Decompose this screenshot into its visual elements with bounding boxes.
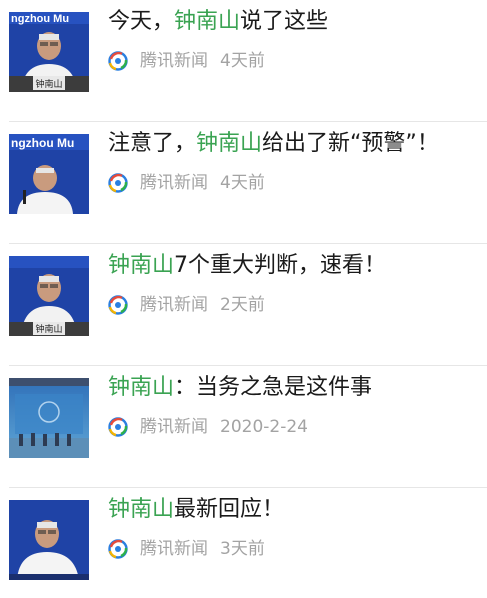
- news-list: ngzhou Mu 钟南山 今天，钟南山说了这些 腾讯新闻 4天前 ngzhou…: [0, 0, 487, 598]
- article-thumbnail[interactable]: 钟南山: [9, 256, 89, 336]
- thumb-nameplate: 钟南山: [35, 323, 62, 335]
- article-thumbnail[interactable]: [9, 378, 89, 458]
- thumb-nameplate: 钟南山: [35, 78, 62, 90]
- title-highlight: 钟南山: [108, 253, 175, 278]
- news-item[interactable]: 钟南山 钟南山7个重大判断，速看！ 腾讯新闻 2天前: [0, 244, 487, 366]
- source-name: 腾讯新闻: [140, 295, 208, 315]
- title-suffix: 最新回应！: [174, 497, 285, 522]
- article-meta: 腾讯新闻 4天前: [108, 171, 265, 195]
- article-title[interactable]: 钟南山7个重大判断，速看！: [108, 250, 477, 282]
- source-name: 腾讯新闻: [140, 539, 208, 559]
- tencent-news-icon: [108, 417, 128, 437]
- thumb-banner-text: ngzhou Mu: [11, 13, 69, 25]
- article-meta: 腾讯新闻 4天前: [108, 49, 265, 73]
- title-suffix: ：当务之急是这件事: [174, 375, 373, 400]
- source-name: 腾讯新闻: [140, 51, 208, 71]
- article-thumbnail[interactable]: ngzhou Mu 钟南山: [9, 12, 89, 92]
- news-item[interactable]: ngzhou Mu 注意了，钟南山给出了新“预警”！ 腾讯新闻 4天前: [0, 122, 487, 244]
- article-meta: 腾讯新闻 2天前: [108, 293, 265, 317]
- article-title[interactable]: 钟南山最新回应！: [108, 494, 477, 526]
- title-highlight: 钟南山: [108, 497, 175, 522]
- publish-time: 4天前: [220, 173, 265, 193]
- tencent-news-icon: [108, 51, 128, 71]
- news-item[interactable]: ngzhou Mu 钟南山 今天，钟南山说了这些 腾讯新闻 4天前: [0, 0, 487, 122]
- source-name: 腾讯新闻: [140, 417, 208, 437]
- title-suffix: 7个重大判断，速看！: [174, 253, 387, 278]
- title-suffix: 给出了新“预警”！: [262, 131, 439, 156]
- title-highlight: 钟南山: [108, 375, 175, 400]
- tencent-news-icon: [108, 295, 128, 315]
- source-name: 腾讯新闻: [140, 173, 208, 193]
- publish-time: 2天前: [220, 295, 265, 315]
- title-suffix: 说了这些: [240, 9, 329, 34]
- article-thumbnail[interactable]: ngzhou Mu: [9, 134, 89, 214]
- title-highlight: 钟南山: [196, 131, 263, 156]
- article-title[interactable]: 注意了，钟南山给出了新“预警”！: [108, 128, 477, 160]
- article-meta: 腾讯新闻 2020-2-24: [108, 415, 308, 439]
- article-thumbnail[interactable]: [9, 500, 89, 580]
- tencent-news-icon: [108, 539, 128, 559]
- publish-time: 3天前: [220, 539, 265, 559]
- news-item[interactable]: 钟南山：当务之急是这件事 腾讯新闻 2020-2-24: [0, 366, 487, 488]
- article-title[interactable]: 钟南山：当务之急是这件事: [108, 372, 477, 404]
- news-item[interactable]: 钟南山最新回应！ 腾讯新闻 3天前: [0, 488, 487, 598]
- title-prefix: 今天，: [108, 9, 175, 34]
- thumb-banner-text: ngzhou Mu: [11, 136, 74, 150]
- title-highlight: 钟南山: [174, 9, 241, 34]
- article-title[interactable]: 今天，钟南山说了这些: [108, 6, 477, 38]
- publish-time: 4天前: [220, 51, 265, 71]
- tencent-news-icon: [108, 173, 128, 193]
- article-meta: 腾讯新闻 3天前: [108, 537, 265, 561]
- title-prefix: 注意了，: [108, 131, 197, 156]
- publish-time: 2020-2-24: [220, 417, 308, 437]
